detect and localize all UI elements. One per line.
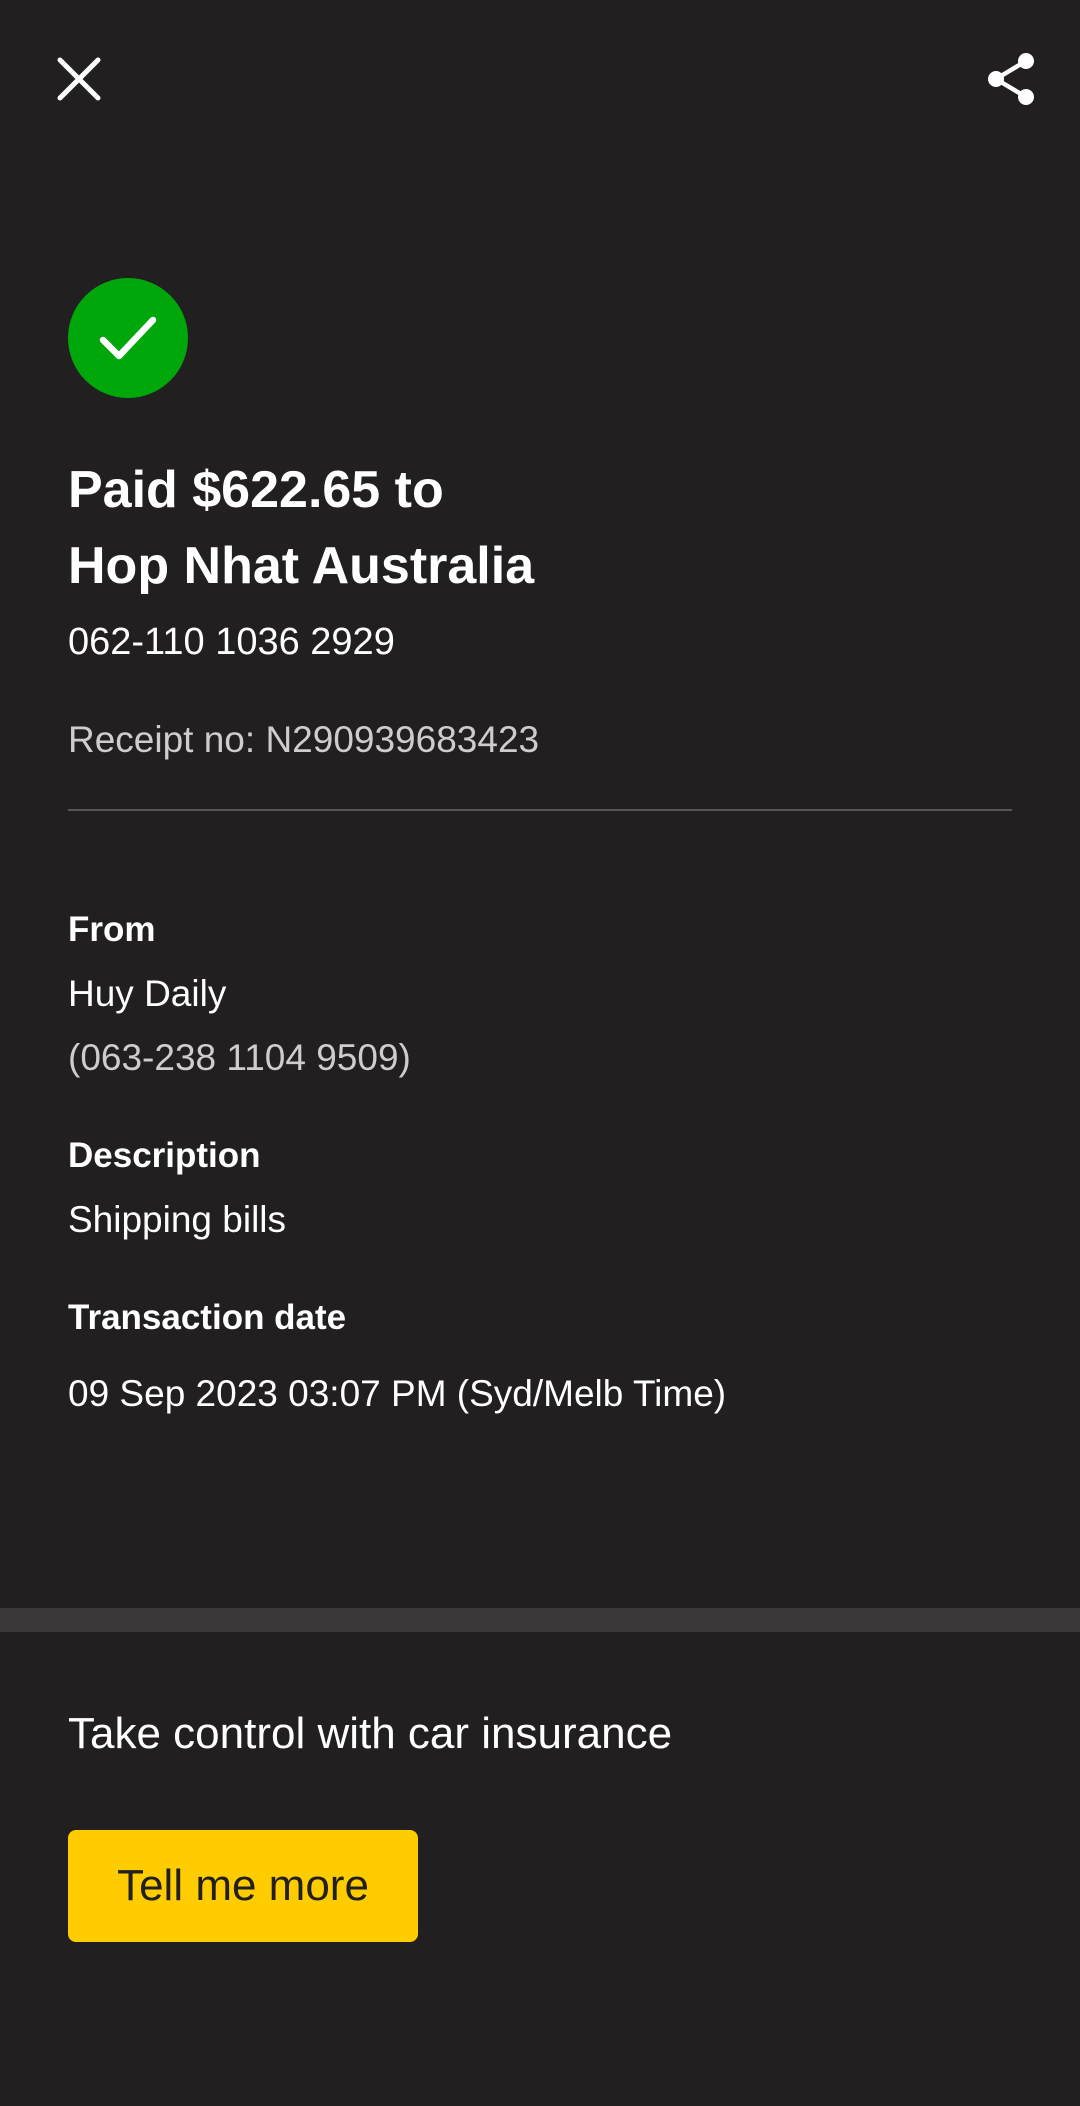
- transaction-date-value: 09 Sep 2023 03:07 PM (Syd/Melb Time): [68, 1373, 727, 1414]
- payment-title: Paid $622.65 to Hop Nhat Australia: [68, 452, 1028, 604]
- transaction-receipt-screen: Paid $622.65 to Hop Nhat Australia 062-1…: [0, 0, 1080, 2106]
- share-icon: [988, 53, 1034, 105]
- section-separator: [0, 1608, 1080, 1632]
- payee-account-number: 062-110 1036 2929: [68, 621, 395, 663]
- description-label: Description: [68, 1136, 261, 1175]
- promo-text: Take control with car insurance: [68, 1709, 673, 1758]
- from-label: From: [68, 910, 156, 949]
- transaction-date-label: Transaction date: [68, 1298, 347, 1337]
- success-badge: [68, 278, 188, 398]
- close-button[interactable]: [37, 37, 121, 121]
- close-icon: [57, 57, 101, 101]
- top-bar: [0, 0, 1080, 160]
- payee-name: Hop Nhat Australia: [68, 537, 535, 595]
- from-account: (063-238 1104 9509): [68, 1037, 411, 1078]
- receipt-number: Receipt no: N290939683423: [68, 719, 540, 760]
- tell-me-more-button[interactable]: Tell me more: [68, 1830, 418, 1942]
- checkmark-icon: [99, 316, 157, 360]
- divider: [68, 809, 1012, 811]
- payment-amount-line: Paid $622.65 to: [68, 461, 444, 519]
- description-value: Shipping bills: [68, 1199, 287, 1240]
- share-button[interactable]: [969, 37, 1053, 121]
- from-name: Huy Daily: [68, 973, 227, 1014]
